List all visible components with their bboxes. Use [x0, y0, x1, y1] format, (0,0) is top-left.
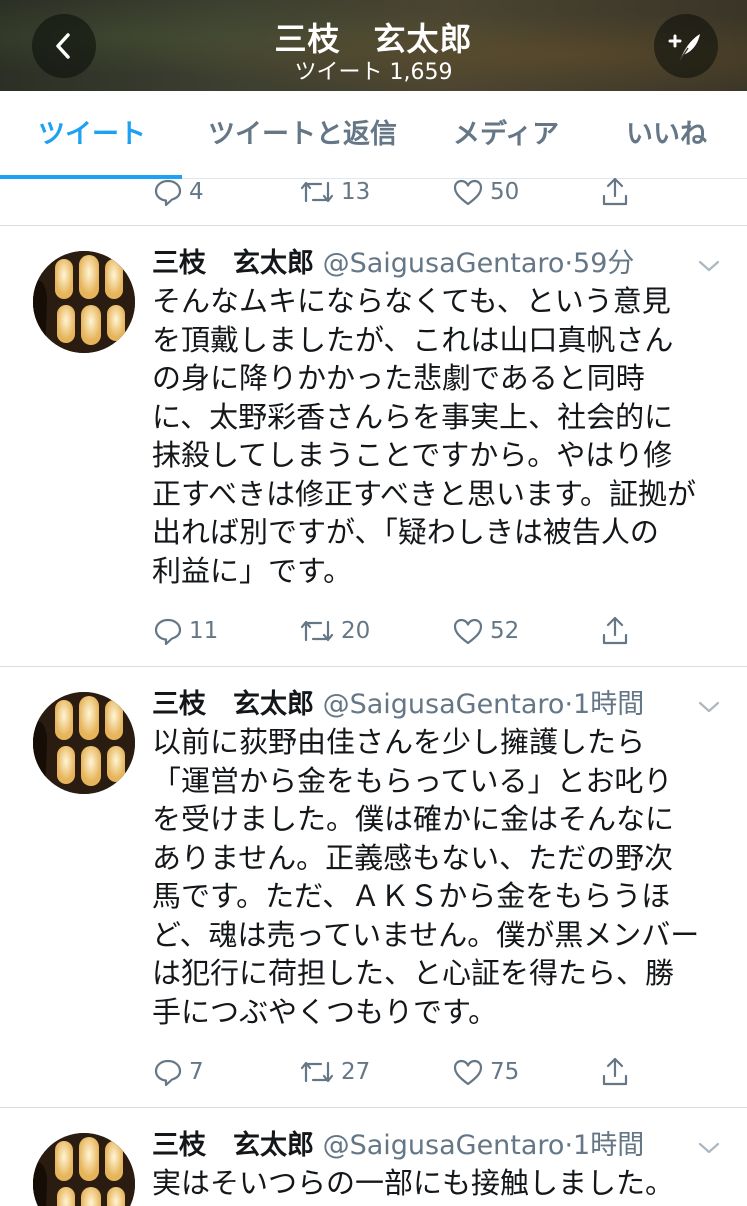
- author-handle[interactable]: @SaigusaGentaro: [323, 1130, 565, 1161]
- avatar-image: [33, 692, 135, 794]
- share-button[interactable]: [600, 172, 630, 208]
- share-button[interactable]: [600, 1052, 630, 1092]
- reply-count: 4: [189, 179, 204, 205]
- profile-timeline-screen: 三枝 玄太郎 ツイート 1,659 ツイート ツイートと返信 メディア いいね …: [0, 0, 747, 1206]
- like-button[interactable]: 52: [452, 611, 519, 651]
- tweet-header: 三枝 玄太郎 @SaigusaGentaro·59分: [152, 246, 634, 282]
- avatar[interactable]: [33, 692, 135, 794]
- tweet[interactable]: 三枝 玄太郎 @SaigusaGentaro·1時間 以前に荻野由佳さんを少し擁…: [0, 667, 747, 1107]
- heart-icon: [453, 1059, 483, 1086]
- like-button[interactable]: 50: [452, 172, 519, 208]
- tweet-actions: 11 20 52: [0, 611, 747, 651]
- tweet-timestamp[interactable]: 59分: [573, 248, 634, 279]
- tab-likes[interactable]: いいね: [626, 91, 707, 179]
- partial-tweet-actions: 4 13 50: [0, 172, 747, 208]
- share-button[interactable]: [600, 611, 630, 651]
- chevron-down-icon[interactable]: [696, 256, 722, 276]
- reply-button[interactable]: 11: [153, 611, 218, 651]
- retweet-count: 20: [341, 618, 371, 644]
- profile-header: 三枝 玄太郎 ツイート 1,659: [0, 0, 747, 91]
- retweet-button[interactable]: 13: [299, 172, 370, 208]
- avatar-image: [33, 251, 135, 353]
- tweet-header: 三枝 玄太郎 @SaigusaGentaro·1時間: [152, 687, 644, 723]
- profile-tabs: ツイート ツイートと返信 メディア いいね: [0, 91, 747, 179]
- reply-count: 11: [189, 618, 219, 644]
- retweet-icon: [300, 620, 334, 642]
- reply-icon: [154, 1059, 182, 1087]
- retweet-count: 27: [341, 1059, 371, 1085]
- tweet-header: 三枝 玄太郎 @SaigusaGentaro·1時間: [152, 1128, 644, 1164]
- tab-tweets-and-replies[interactable]: ツイートと返信: [208, 91, 397, 179]
- avatar-image: [33, 1133, 135, 1206]
- author-handle[interactable]: @SaigusaGentaro: [323, 248, 565, 279]
- like-count: 50: [490, 179, 520, 205]
- heart-icon: [453, 179, 483, 206]
- tweet-text: そんなムキにならなくても、という意見 を頂戴しましたが、これは山口真帆さん の身…: [152, 284, 697, 588]
- like-button[interactable]: 75: [452, 1052, 519, 1092]
- reply-button[interactable]: 7: [153, 1052, 204, 1092]
- separator-dot: ·: [564, 248, 574, 279]
- chevron-down-icon[interactable]: [696, 697, 722, 717]
- avatar[interactable]: [33, 1133, 135, 1206]
- author-name[interactable]: 三枝 玄太郎: [152, 689, 314, 720]
- like-count: 75: [490, 1059, 520, 1085]
- compose-tweet-button[interactable]: [654, 14, 718, 78]
- author-name[interactable]: 三枝 玄太郎: [152, 1130, 314, 1161]
- share-icon: [602, 177, 628, 206]
- compose-feather-icon: [668, 34, 700, 61]
- separator-dot: ·: [564, 689, 574, 720]
- chevron-down-icon[interactable]: [696, 1138, 722, 1158]
- tweet-text: 実はそいつらの一部にも接触しました。: [152, 1166, 675, 1200]
- separator-dot: ·: [564, 1130, 574, 1161]
- tab-tweets[interactable]: ツイート: [38, 91, 146, 179]
- avatar[interactable]: [33, 251, 135, 353]
- tweet-actions: 7 27 75: [0, 1052, 747, 1092]
- tab-media[interactable]: メディア: [453, 91, 559, 179]
- share-icon: [602, 1057, 628, 1086]
- tweet-timestamp[interactable]: 1時間: [573, 689, 644, 720]
- tweet[interactable]: 三枝 玄太郎 @SaigusaGentaro·59分 そんなムキにならなくても、…: [0, 226, 747, 666]
- heart-icon: [453, 618, 483, 645]
- share-icon: [602, 616, 628, 645]
- author-name[interactable]: 三枝 玄太郎: [152, 248, 314, 279]
- retweet-button[interactable]: 20: [299, 611, 370, 651]
- retweet-count: 13: [341, 179, 371, 205]
- author-handle[interactable]: @SaigusaGentaro: [323, 689, 565, 720]
- tweet-text: 以前に荻野由佳さんを少し擁護したら 「運営から金をもらっている」とお叱り を受け…: [152, 725, 700, 1029]
- reply-icon: [154, 179, 182, 207]
- like-count: 52: [490, 618, 520, 644]
- tweet[interactable]: 三枝 玄太郎 @SaigusaGentaro·1時間 実はそいつらの一部にも接触…: [0, 1108, 747, 1206]
- tweet-count: ツイート 1,659: [294, 60, 453, 85]
- retweet-button[interactable]: 27: [299, 1052, 370, 1092]
- reply-icon: [154, 618, 182, 646]
- retweet-icon: [300, 1061, 334, 1083]
- tweet-timestamp[interactable]: 1時間: [573, 1130, 644, 1161]
- retweet-icon: [300, 181, 334, 203]
- reply-button[interactable]: 4: [153, 172, 204, 208]
- reply-count: 7: [189, 1059, 204, 1085]
